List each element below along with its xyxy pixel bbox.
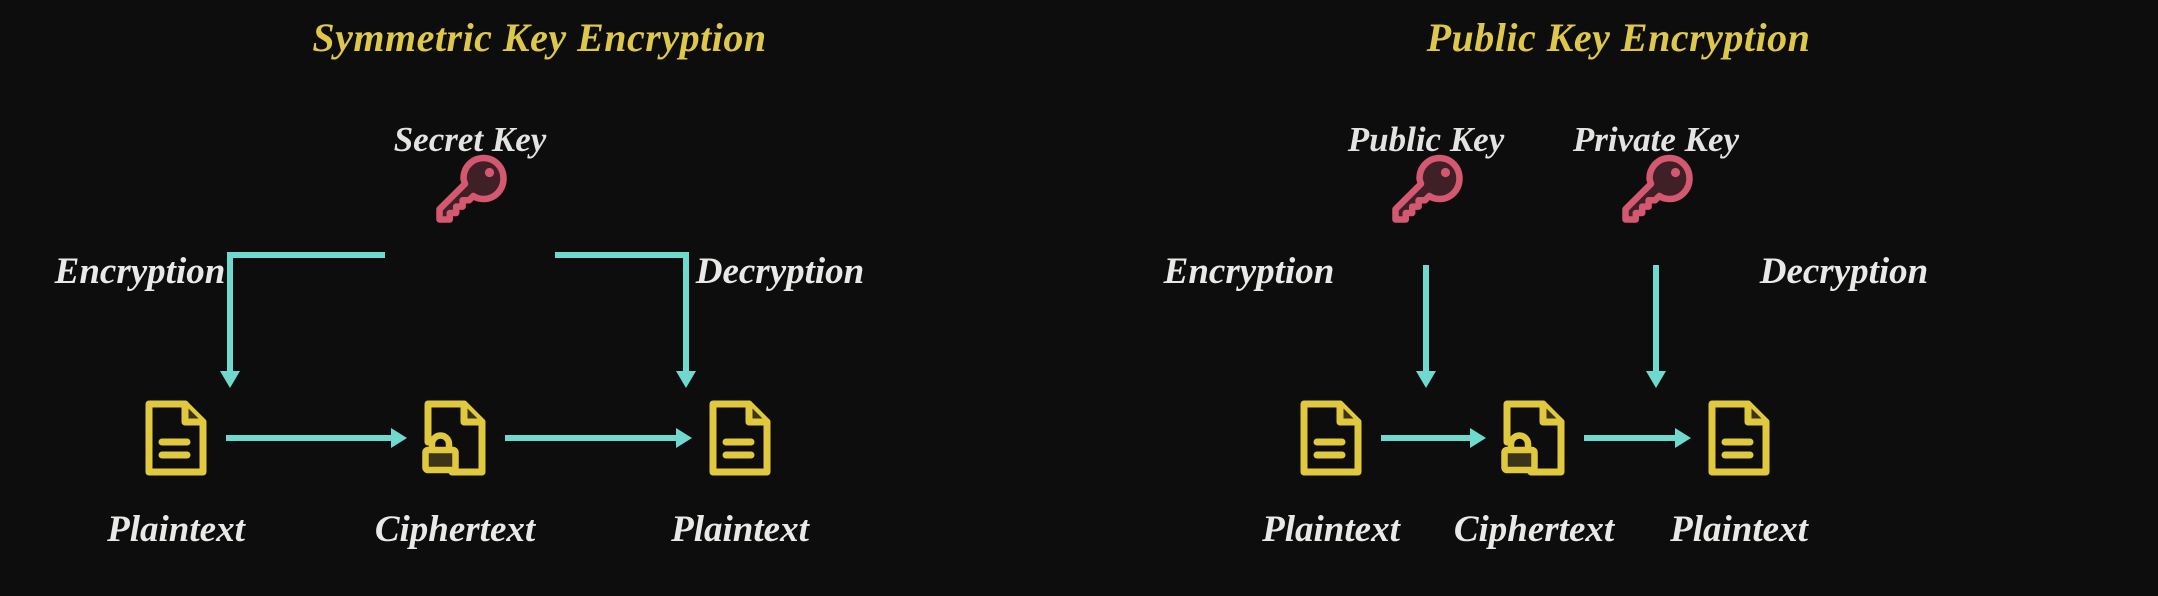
document-icon [1708,400,1770,476]
flow-arrow-0 [1381,428,1486,448]
node-icon-2 [707,398,773,483]
public-key-icon [1392,154,1463,223]
secret-key-slot [432,152,508,233]
panel-title-public: Public Key Encryption [1426,15,1811,60]
node-label-0: Plaintext [107,509,245,550]
private-key-slot [1618,152,1694,233]
locked-document-icon [422,400,486,476]
node-icon-2 [1706,398,1772,483]
panel-symmetric: Symmetric Key Encryption Secret Key Encryp… [0,0,1079,596]
public-key-slot [1388,152,1464,233]
node-icon-0 [1298,398,1364,483]
side-label-0: Encryption [54,251,226,292]
flow-arrow-0 [226,428,407,448]
document-icon [1300,400,1362,476]
key-connector-0 [1416,265,1436,388]
panel-title-symmetric: Symmetric Key Encryption [312,15,767,60]
document-icon [709,400,771,476]
key-connector-decrypt [555,252,696,388]
node-label-2: Plaintext [671,509,809,550]
side-label-1: Decryption [1759,251,1929,292]
node-label-1: Ciphertext [1453,509,1615,550]
side-label-0: Encryption [1163,251,1335,292]
flow-arrow-1 [505,428,692,448]
key-connector-1 [1646,265,1666,388]
panel-public: Public Key Encryption Public Key Private K… [1079,0,2158,596]
private-key-icon [1622,154,1693,223]
locked-document-icon [1501,400,1565,476]
node-label-1: Ciphertext [374,509,536,550]
encryption-diagram: Symmetric Key Encryption Secret Key Encryp… [0,0,2158,596]
secret-key-icon [436,154,507,223]
node-icon-1 [1501,398,1567,483]
node-icon-0 [143,398,209,483]
connector-layer [220,252,696,448]
connector-layer [1381,265,1691,448]
document-icon [145,400,207,476]
node-label-2: Plaintext [1670,509,1808,550]
flow-arrow-1 [1584,428,1691,448]
node-label-0: Plaintext [1262,509,1400,550]
side-label-1: Decryption [695,251,865,292]
key-connector-encrypt [220,252,385,388]
node-icon-1 [422,398,488,483]
